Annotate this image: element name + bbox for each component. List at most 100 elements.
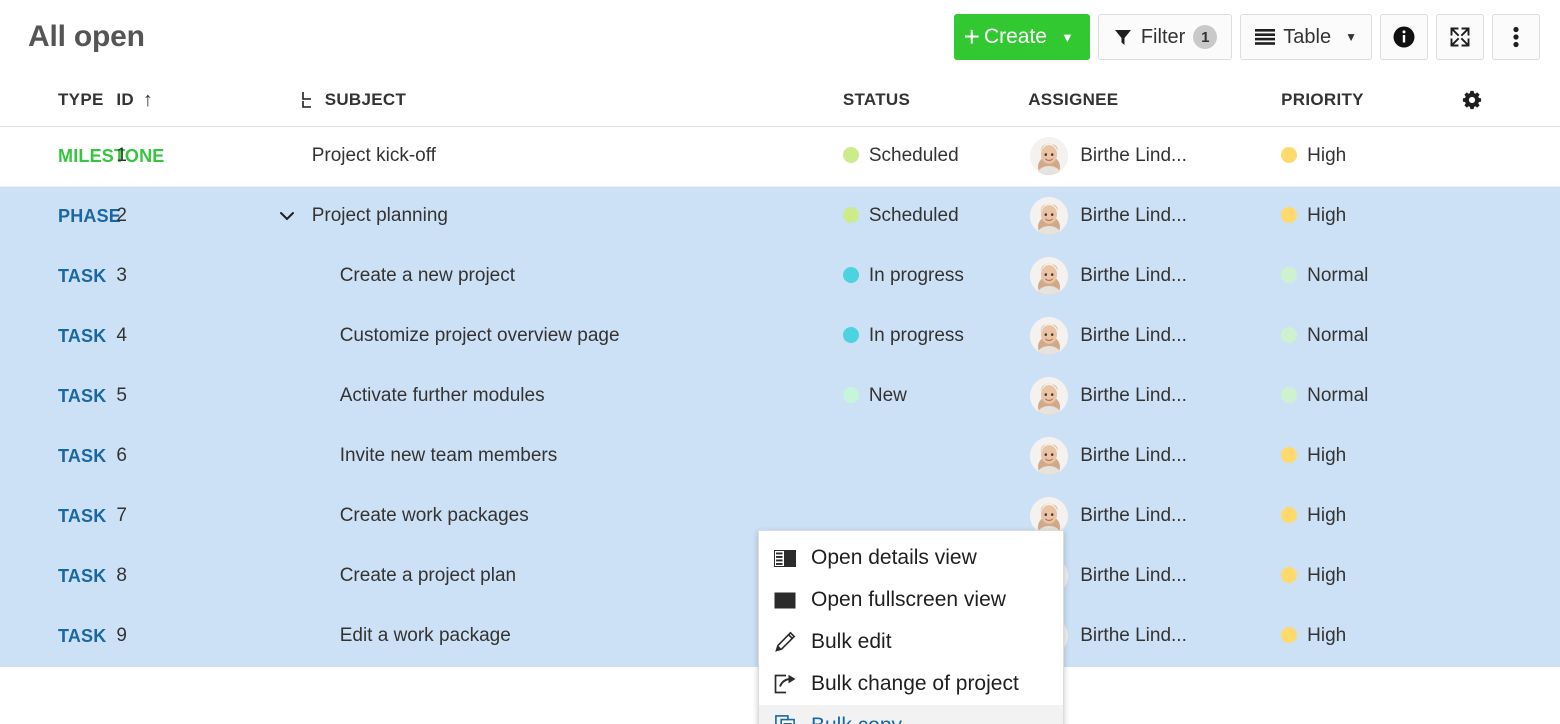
assignee-name: Birthe Lind... <box>1080 565 1187 587</box>
table-row[interactable]: TASK 3Create a new project In progress Birt… <box>0 246 1560 306</box>
create-button[interactable]: + Create ▼ <box>954 14 1090 60</box>
cell-subject: Customize project overview page <box>262 306 831 366</box>
context-menu-item[interactable]: Bulk change of project <box>759 663 1063 705</box>
cell-id[interactable]: 9 <box>116 606 261 666</box>
table-row[interactable]: TASK 5Activate further modules NewBirthe L… <box>0 366 1560 426</box>
column-header-settings[interactable] <box>1462 74 1560 126</box>
cell-id[interactable]: 6 <box>116 426 261 486</box>
cell-assignee[interactable]: Birthe Lind... <box>1028 426 1269 486</box>
fullscreen-button[interactable] <box>1436 14 1484 60</box>
cell-assignee[interactable]: Birthe Lind... <box>1028 126 1269 186</box>
cell-type: TASK <box>0 486 116 546</box>
cell-status[interactable] <box>831 426 1028 486</box>
subject-label[interactable]: Edit a work package <box>262 625 511 647</box>
subject-label[interactable]: Invite new team members <box>262 445 558 467</box>
cell-assignee[interactable]: Birthe Lind... <box>1028 486 1269 546</box>
kebab-menu-icon <box>1512 25 1520 49</box>
cell-subject: Edit a work package <box>262 606 831 666</box>
cell-priority[interactable]: High <box>1269 546 1462 606</box>
table-row[interactable]: TASK 4Customize project overview page In p… <box>0 306 1560 366</box>
context-menu-item-label: Bulk change of project <box>811 672 1019 696</box>
copy-icon <box>773 715 797 724</box>
priority-label: High <box>1307 145 1346 166</box>
cell-id[interactable]: 8 <box>116 546 261 606</box>
cell-assignee[interactable] <box>1028 666 1269 724</box>
type-label[interactable]: TASK <box>58 446 106 466</box>
cell-priority[interactable]: Normal <box>1269 366 1462 426</box>
cell-status[interactable]: New <box>831 366 1028 426</box>
context-menu-item[interactable]: Open fullscreen view <box>759 579 1063 621</box>
cell-status[interactable]: Scheduled <box>831 126 1028 186</box>
table-row[interactable]: PHASE2 Project planning ScheduledBirthe Li… <box>0 186 1560 246</box>
cell-status[interactable]: Scheduled <box>831 186 1028 246</box>
cell-id[interactable]: 7 <box>116 486 261 546</box>
assignee-name: Birthe Lind... <box>1080 145 1187 167</box>
type-label[interactable]: TASK <box>58 506 106 526</box>
table-view-button[interactable]: Table ▼ <box>1240 14 1372 60</box>
cell-subject: Activate further modules <box>262 366 831 426</box>
cell-priority[interactable]: High <box>1269 606 1462 666</box>
column-header-priority[interactable]: PRIORITY <box>1269 74 1462 126</box>
cell-priority[interactable]: High <box>1269 126 1462 186</box>
cell-status[interactable]: In progress <box>831 246 1028 306</box>
chevron-down-icon: ▼ <box>1061 30 1074 45</box>
info-button[interactable] <box>1380 14 1428 60</box>
cell-id[interactable]: 2 <box>116 186 261 246</box>
avatar <box>1030 137 1068 175</box>
cell-id[interactable]: 5 <box>116 366 261 426</box>
cell-assignee[interactable]: Birthe Lind... <box>1028 246 1269 306</box>
cell-priority[interactable]: Normal <box>1269 306 1462 366</box>
type-label[interactable]: MILESTONE <box>58 146 164 166</box>
cell-priority[interactable] <box>1269 666 1462 724</box>
type-label[interactable]: TASK <box>58 266 106 286</box>
type-label[interactable]: TASK <box>58 326 106 346</box>
cell-status[interactable]: In progress <box>831 306 1028 366</box>
cell-id[interactable]: 4 <box>116 306 261 366</box>
subject-label[interactable]: Project planning <box>300 205 448 227</box>
column-header-subject[interactable]: SUBJECT <box>262 74 831 126</box>
type-label[interactable]: TASK <box>58 386 106 406</box>
cell-assignee[interactable]: Birthe Lind... <box>1028 606 1269 666</box>
table-row[interactable]: TASK 6Invite new team members Birthe Lind.… <box>0 426 1560 486</box>
status-label: In progress <box>869 265 964 286</box>
chevron-down-icon: ▼ <box>1345 30 1357 44</box>
column-header-status[interactable]: STATUS <box>831 74 1028 126</box>
type-label[interactable]: PHASE <box>58 206 121 226</box>
cell-assignee[interactable]: Birthe Lind... <box>1028 546 1269 606</box>
assignee-name: Birthe Lind... <box>1080 445 1187 467</box>
context-menu-item[interactable]: Bulk copy <box>759 705 1063 724</box>
filter-button[interactable]: Filter 1 <box>1098 14 1232 60</box>
cell-assignee[interactable]: Birthe Lind... <box>1028 366 1269 426</box>
cell-assignee[interactable]: Birthe Lind... <box>1028 306 1269 366</box>
context-menu-item[interactable]: Bulk edit <box>759 621 1063 663</box>
table-row[interactable]: MILESTONE1Project kick-offScheduledBirth… <box>0 126 1560 186</box>
cell-assignee[interactable]: Birthe Lind... <box>1028 186 1269 246</box>
type-label[interactable]: TASK <box>58 626 106 646</box>
subject-label[interactable]: Create a project plan <box>262 565 516 587</box>
cell-spacer <box>1462 246 1560 306</box>
column-header-type[interactable]: TYPE <box>0 74 116 126</box>
cell-subject: Create a project plan <box>262 546 831 606</box>
context-menu-item-label: Open details view <box>811 546 977 570</box>
subject-label[interactable]: Create a new project <box>262 265 515 287</box>
cell-id[interactable]: 3 <box>116 246 261 306</box>
type-label[interactable]: TASK <box>58 566 106 586</box>
cell-priority[interactable]: High <box>1269 426 1462 486</box>
column-header-assignee[interactable]: ASSIGNEE <box>1028 74 1269 126</box>
subject-label[interactable]: Project kick-off <box>262 145 436 167</box>
column-header-id[interactable]: ID ↑ <box>116 74 261 126</box>
subject-label[interactable]: Activate further modules <box>262 385 545 407</box>
subject-label[interactable]: Customize project overview page <box>262 325 620 347</box>
context-menu-item[interactable]: Open details view <box>759 537 1063 579</box>
expand-icon <box>1448 25 1472 49</box>
more-options-button[interactable] <box>1492 14 1540 60</box>
priority-label: High <box>1307 565 1346 586</box>
cell-priority[interactable]: High <box>1269 486 1462 546</box>
plus-icon: + <box>964 23 980 51</box>
cell-id[interactable] <box>116 666 261 724</box>
status-color-dot <box>843 147 859 163</box>
collapse-chevron-icon[interactable] <box>274 210 300 222</box>
cell-priority[interactable]: Normal <box>1269 246 1462 306</box>
subject-label[interactable]: Create work packages <box>262 505 529 527</box>
cell-priority[interactable]: High <box>1269 186 1462 246</box>
